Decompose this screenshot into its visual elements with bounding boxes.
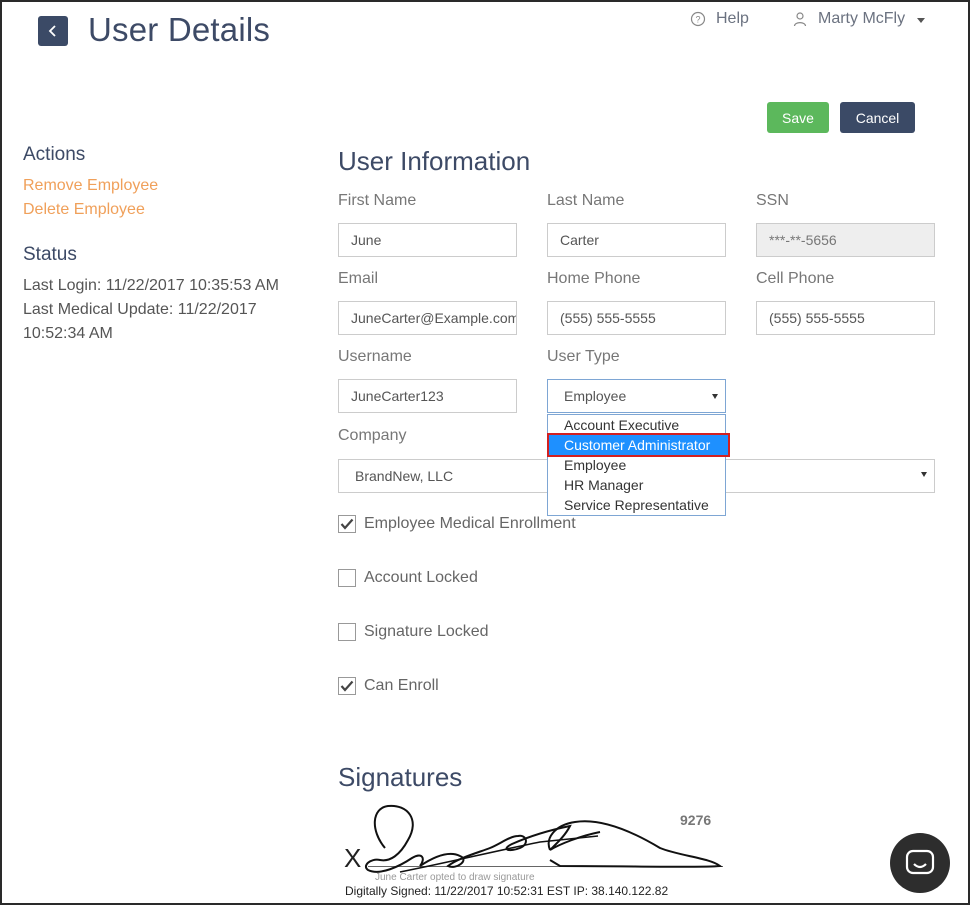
first-name-label: First Name bbox=[338, 192, 417, 209]
actions-heading: Actions bbox=[23, 144, 86, 165]
company-label: Company bbox=[338, 427, 407, 444]
page-title: User Details bbox=[88, 11, 271, 48]
user-type-option[interactable]: Service Representative bbox=[548, 495, 725, 515]
employee-medical-enrollment-checkbox[interactable]: Employee Medical Enrollment bbox=[338, 515, 576, 533]
svg-text:?: ? bbox=[695, 15, 700, 25]
username-field[interactable]: JuneCarter123 bbox=[338, 379, 517, 413]
checkmark-icon bbox=[340, 518, 354, 530]
user-type-value: Employee bbox=[564, 388, 627, 404]
username-label: Username bbox=[338, 348, 412, 365]
last-name-label: Last Name bbox=[547, 192, 625, 209]
account-locked-checkbox[interactable]: Account Locked bbox=[338, 569, 478, 587]
checkbox-box[interactable] bbox=[338, 569, 356, 587]
signatures-title: Signatures bbox=[338, 762, 463, 792]
chat-icon bbox=[905, 849, 935, 875]
user-menu[interactable]: Marty McFly bbox=[792, 10, 926, 28]
question-circle-icon: ? bbox=[690, 11, 706, 27]
help-label: Help bbox=[716, 10, 749, 27]
user-type-dropdown: Account Executive Customer Administrator… bbox=[547, 414, 730, 516]
delete-employee-link[interactable]: Delete Employee bbox=[23, 201, 145, 219]
user-icon bbox=[793, 12, 807, 27]
home-phone-field[interactable]: (555) 555-5555 bbox=[547, 301, 726, 335]
last-medical-update-text: Last Medical Update: 11/22/2017 10:52:34… bbox=[23, 301, 257, 342]
chat-button[interactable] bbox=[890, 833, 950, 893]
help-link[interactable]: ? Help bbox=[690, 10, 749, 28]
save-button[interactable]: Save bbox=[767, 102, 829, 133]
window-frame bbox=[0, 0, 970, 905]
user-type-label: User Type bbox=[547, 348, 620, 365]
company-value: BrandNew, LLC bbox=[355, 468, 454, 484]
dropdown-arrow-icon bbox=[921, 472, 927, 477]
user-type-option[interactable]: HR Manager bbox=[548, 475, 725, 495]
email-label: Email bbox=[338, 270, 379, 287]
user-type-option-highlighted[interactable]: Customer Administrator bbox=[547, 433, 730, 457]
can-enroll-checkbox[interactable]: Can Enroll bbox=[338, 677, 439, 695]
user-information-title: User Information bbox=[338, 146, 531, 176]
user-type-select[interactable]: Employee bbox=[547, 379, 726, 413]
last-name-field[interactable]: Carter bbox=[547, 223, 726, 257]
checkbox-label: Account Locked bbox=[364, 569, 478, 586]
signature-drawing bbox=[364, 804, 723, 873]
cell-phone-field[interactable]: (555) 555-5555 bbox=[756, 301, 935, 335]
dropdown-arrow-icon bbox=[712, 394, 718, 399]
chevron-left-icon bbox=[48, 25, 56, 37]
signature-x-mark: X bbox=[344, 843, 362, 873]
user-type-option[interactable]: Employee bbox=[548, 455, 725, 475]
status-heading: Status bbox=[23, 244, 77, 265]
first-name-field[interactable]: June bbox=[338, 223, 517, 257]
digitally-signed-text: Digitally Signed: 11/22/2017 10:52:31 ES… bbox=[345, 884, 669, 898]
back-button[interactable] bbox=[38, 16, 68, 46]
user-name: Marty McFly bbox=[818, 10, 906, 27]
signature-locked-checkbox[interactable]: Signature Locked bbox=[338, 623, 489, 641]
checkbox-box[interactable] bbox=[338, 515, 356, 533]
checkbox-box[interactable] bbox=[338, 623, 356, 641]
checkbox-label: Can Enroll bbox=[364, 677, 439, 694]
checkbox-box[interactable] bbox=[338, 677, 356, 695]
checkbox-label: Signature Locked bbox=[364, 623, 489, 640]
email-field[interactable]: JuneCarter@Example.com bbox=[338, 301, 517, 335]
cell-phone-label: Cell Phone bbox=[756, 270, 835, 287]
ssn-label: SSN bbox=[756, 192, 789, 209]
remove-employee-link[interactable]: Remove Employee bbox=[23, 177, 158, 195]
checkbox-label: Employee Medical Enrollment bbox=[364, 515, 576, 532]
home-phone-label: Home Phone bbox=[547, 270, 641, 287]
chevron-down-icon bbox=[917, 17, 926, 23]
checkmark-icon bbox=[340, 680, 354, 692]
cancel-button[interactable]: Cancel bbox=[840, 102, 915, 133]
signature-note: June Carter opted to draw signature bbox=[375, 872, 535, 883]
user-type-option[interactable]: Account Executive bbox=[548, 415, 725, 435]
last-login-text: Last Login: 11/22/2017 10:35:53 AM bbox=[23, 277, 279, 294]
ssn-field: ***-**-5656 bbox=[756, 223, 935, 257]
